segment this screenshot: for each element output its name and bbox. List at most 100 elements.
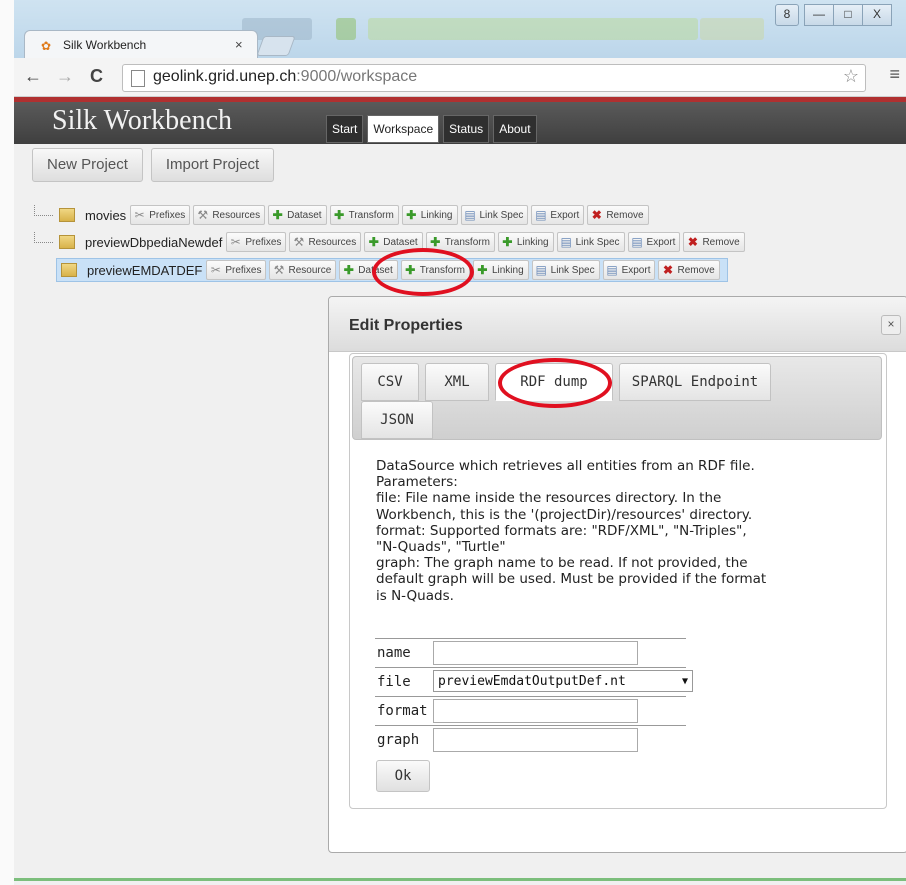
minimize-button[interactable]: — — [804, 4, 834, 26]
url-host: geolink.grid.unep.ch — [153, 68, 297, 85]
document-icon: ▤ — [464, 207, 476, 222]
annotation-circle-rdf-dump — [498, 358, 612, 408]
description-line: is N-Quads. — [376, 587, 454, 604]
document-icon: ▤ — [560, 234, 572, 249]
format-input[interactable] — [433, 699, 638, 723]
link-spec-button[interactable]: ▤ Link Spec — [460, 205, 529, 225]
folder-icon — [59, 235, 75, 249]
project-name[interactable]: previewEMDATDEF — [87, 263, 202, 278]
reload-icon[interactable]: C — [90, 66, 103, 87]
browser-tab[interactable]: ✿ Silk Workbench × — [24, 30, 258, 61]
page-icon — [131, 70, 145, 87]
tab-sparql-endpoint[interactable]: SPARQL Endpoint — [619, 363, 771, 401]
graph-input[interactable] — [433, 728, 638, 752]
url-text: geolink.grid.unep.ch:9000/workspace — [153, 68, 417, 86]
dataset-description: DataSource which retrieves all entities … — [376, 458, 866, 604]
bottom-edge — [14, 878, 906, 881]
file-select[interactable]: previewEmdatOutputDef.nt ▼ — [433, 670, 693, 692]
nav-workspace[interactable]: Workspace — [367, 115, 440, 143]
add-dataset-button[interactable]: ✚ Dataset — [268, 205, 327, 225]
background-window-blur — [336, 18, 356, 40]
import-project-button[interactable]: Import Project — [150, 148, 275, 182]
export-button[interactable]: ▤ Export — [602, 260, 656, 280]
plus-icon: ✚ — [430, 234, 441, 249]
forward-icon[interactable]: → — [56, 66, 74, 87]
browser-window: ✿ Silk Workbench × 8 — □ X ← → C geolink… — [14, 0, 906, 885]
tab-xml[interactable]: XML — [425, 363, 489, 401]
resources-button[interactable]: ⚒ Resources — [289, 232, 362, 252]
description-line: default graph will be used. Must be prov… — [376, 571, 767, 588]
param-label: graph — [377, 732, 420, 748]
param-label: file — [377, 674, 411, 690]
name-input[interactable] — [433, 641, 638, 665]
title-bar: ✿ Silk Workbench × 8 — □ X — [14, 0, 906, 61]
export-icon: ▤ — [631, 234, 643, 249]
link-spec-button[interactable]: ▤ Link Spec — [556, 232, 625, 252]
plus-icon: ✚ — [343, 262, 354, 277]
menu-icon[interactable]: ≡ — [889, 64, 900, 85]
plus-icon: ✚ — [406, 207, 417, 222]
link-spec-button[interactable]: ▤ Link Spec — [531, 260, 600, 280]
user-icon[interactable]: 8 — [775, 4, 799, 26]
browser-toolbar: ← → C geolink.grid.unep.ch:9000/workspac… — [14, 58, 906, 97]
nav-status[interactable]: Status — [443, 115, 490, 143]
maximize-button[interactable]: □ — [833, 4, 863, 26]
plus-icon: ✚ — [272, 207, 283, 222]
bookmark-star-icon[interactable]: ☆ — [843, 66, 859, 87]
export-button[interactable]: ▤ Export — [627, 232, 681, 252]
window-controls: 8 — □ X — [775, 4, 892, 26]
remove-button[interactable]: ✖ Remove — [658, 260, 720, 280]
resources-button[interactable]: ⚒ Resource — [269, 260, 337, 280]
project-row-previewdbpedianewdef[interactable]: previewDbpediaNewdef ✂ Prefixes ⚒ Resource… — [34, 231, 748, 253]
edit-properties-dialog: Edit Properties × CSV XML RDF dump SPARQ… — [328, 296, 906, 853]
param-row-format: format — [375, 696, 686, 725]
export-icon: ▤ — [535, 207, 547, 222]
tab-title: Silk Workbench — [63, 38, 147, 52]
nav-about[interactable]: About — [493, 115, 537, 143]
new-project-button[interactable]: New Project — [32, 148, 143, 182]
parameter-table: name file previewEmdatOutputDef.nt ▼ form… — [375, 638, 693, 754]
prefixes-button[interactable]: ✂ Prefixes — [226, 232, 287, 252]
remove-icon: ✖ — [687, 234, 698, 249]
prefixes-button[interactable]: ✂ Prefixes — [206, 260, 267, 280]
export-button[interactable]: ▤ Export — [531, 205, 585, 225]
nav-start[interactable]: Start — [326, 115, 364, 143]
description-line: format: Supported formats are: "RDF/XML"… — [376, 522, 747, 539]
description-line: Workbench, this is the '(projectDir)/res… — [376, 506, 753, 523]
project-name[interactable]: previewDbpediaNewdef — [85, 235, 222, 250]
close-window-button[interactable]: X — [862, 4, 892, 26]
ok-button[interactable]: Ok — [376, 760, 430, 792]
folder-icon — [61, 263, 77, 277]
tab-csv[interactable]: CSV — [361, 363, 419, 401]
project-name[interactable]: movies — [85, 208, 126, 223]
annotation-circle-dataset — [372, 248, 474, 296]
tab-json[interactable]: JSON — [361, 401, 433, 439]
address-bar[interactable]: geolink.grid.unep.ch:9000/workspace ☆ — [122, 64, 866, 92]
remove-button[interactable]: ✖ Remove — [587, 205, 649, 225]
resources-button[interactable]: ⚒ Resources — [193, 205, 266, 225]
description-line: "N-Quads", "Turtle" — [376, 539, 506, 556]
wrench-icon: ⚒ — [197, 207, 209, 222]
add-linking-button[interactable]: ✚ Linking — [401, 205, 458, 225]
app-header: Silk Workbench Start Workspace Status Ab… — [14, 102, 906, 144]
param-row-name: name — [375, 638, 686, 667]
remove-button[interactable]: ✖ Remove — [683, 232, 745, 252]
add-transform-button[interactable]: ✚ Transform — [329, 205, 399, 225]
project-row-movies[interactable]: movies ✂ Prefixes ⚒ Resources ✚ Dataset ✚ Tr… — [34, 204, 652, 226]
param-row-file: file previewEmdatOutputDef.nt ▼ — [375, 667, 693, 696]
add-linking-button[interactable]: ✚ Linking — [472, 260, 529, 280]
new-tab-button[interactable] — [256, 36, 296, 56]
description-line: Parameters: — [376, 474, 458, 491]
param-row-graph: graph — [375, 725, 686, 754]
main-nav: Start Workspace Status About — [326, 115, 537, 143]
wrench-icon: ⚒ — [293, 234, 305, 249]
plus-icon: ✚ — [477, 262, 488, 277]
back-icon[interactable]: ← — [24, 66, 42, 87]
file-select-value: previewEmdatOutputDef.nt — [438, 674, 626, 689]
wrench-icon: ⚒ — [273, 262, 285, 277]
prefixes-button[interactable]: ✂ Prefixes — [130, 205, 191, 225]
dialog-close-icon[interactable]: × — [881, 315, 901, 335]
add-linking-button[interactable]: ✚ Linking — [497, 232, 554, 252]
tab-close-icon[interactable]: × — [235, 37, 243, 52]
plus-icon: ✚ — [334, 207, 345, 222]
